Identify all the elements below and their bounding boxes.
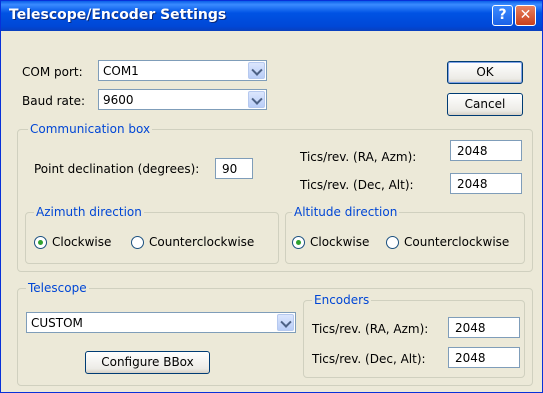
close-button[interactable]: ✕ (515, 5, 536, 26)
enc-tics-dec-input[interactable]: 2048 (448, 347, 520, 368)
point-declination-input[interactable]: 90 (215, 158, 253, 179)
telescope-model-value: CUSTOM (31, 316, 83, 330)
enc-tics-dec-value: 2048 (455, 351, 486, 365)
cancel-button[interactable]: Cancel (447, 93, 523, 116)
comm-tics-ra-input[interactable]: 2048 (450, 140, 522, 161)
baud-rate-select[interactable]: 9600 (98, 89, 267, 110)
telescope-title: Telescope (26, 281, 89, 295)
close-icon: ✕ (519, 7, 532, 23)
enc-tics-ra-input[interactable]: 2048 (448, 317, 520, 338)
settings-dialog: Telescope/Encoder Settings ? ✕ COM port:… (0, 0, 543, 393)
enc-tics-ra-value: 2048 (455, 321, 486, 335)
point-declination-value: 90 (222, 162, 238, 176)
azimuth-clockwise-radio[interactable] (34, 236, 47, 249)
baud-rate-label: Baud rate: (22, 94, 86, 108)
altitude-counterclockwise-label[interactable]: Counterclockwise (404, 235, 509, 249)
communication-box-title: Communication box (28, 122, 153, 136)
configure-bbox-button[interactable]: Configure BBox (85, 351, 210, 374)
comm-tics-ra-value: 2048 (457, 144, 488, 158)
help-icon: ? (498, 7, 507, 23)
altitude-clockwise-label[interactable]: Clockwise (310, 235, 369, 249)
com-port-select[interactable]: COM1 (98, 60, 267, 81)
chevron-down-icon[interactable] (277, 314, 294, 331)
chevron-down-icon[interactable] (248, 62, 265, 79)
azimuth-counterclockwise-radio[interactable] (131, 236, 144, 249)
com-port-label: COM port: (22, 65, 83, 79)
point-declination-label: Point declination (degrees): (34, 162, 200, 176)
enc-tics-dec-label: Tics/rev. (Dec, Alt): (312, 352, 426, 366)
altitude-direction-title: Altitude direction (292, 205, 400, 219)
encoders-title: Encoders (312, 293, 372, 307)
altitude-clockwise-radio[interactable] (292, 236, 305, 249)
title-bar[interactable]: Telescope/Encoder Settings ? ✕ (1, 1, 542, 31)
comm-tics-ra-label: Tics/rev. (RA, Azm): (300, 150, 417, 164)
azimuth-direction-title: Azimuth direction (34, 205, 144, 219)
altitude-counterclockwise-radio[interactable] (386, 236, 399, 249)
enc-tics-ra-label: Tics/rev. (RA, Azm): (312, 322, 429, 336)
comm-tics-dec-input[interactable]: 2048 (450, 173, 522, 194)
azimuth-clockwise-label[interactable]: Clockwise (52, 235, 111, 249)
ok-button[interactable]: OK (447, 61, 523, 84)
help-button[interactable]: ? (492, 5, 513, 26)
com-port-value: COM1 (103, 64, 139, 78)
baud-rate-value: 9600 (103, 93, 134, 107)
telescope-model-select[interactable]: CUSTOM (26, 312, 296, 333)
chevron-down-icon[interactable] (248, 91, 265, 108)
azimuth-counterclockwise-label[interactable]: Counterclockwise (149, 235, 254, 249)
comm-tics-dec-value: 2048 (457, 177, 488, 191)
window-title: Telescope/Encoder Settings (9, 7, 227, 23)
comm-tics-dec-label: Tics/rev. (Dec, Alt): (300, 178, 414, 192)
